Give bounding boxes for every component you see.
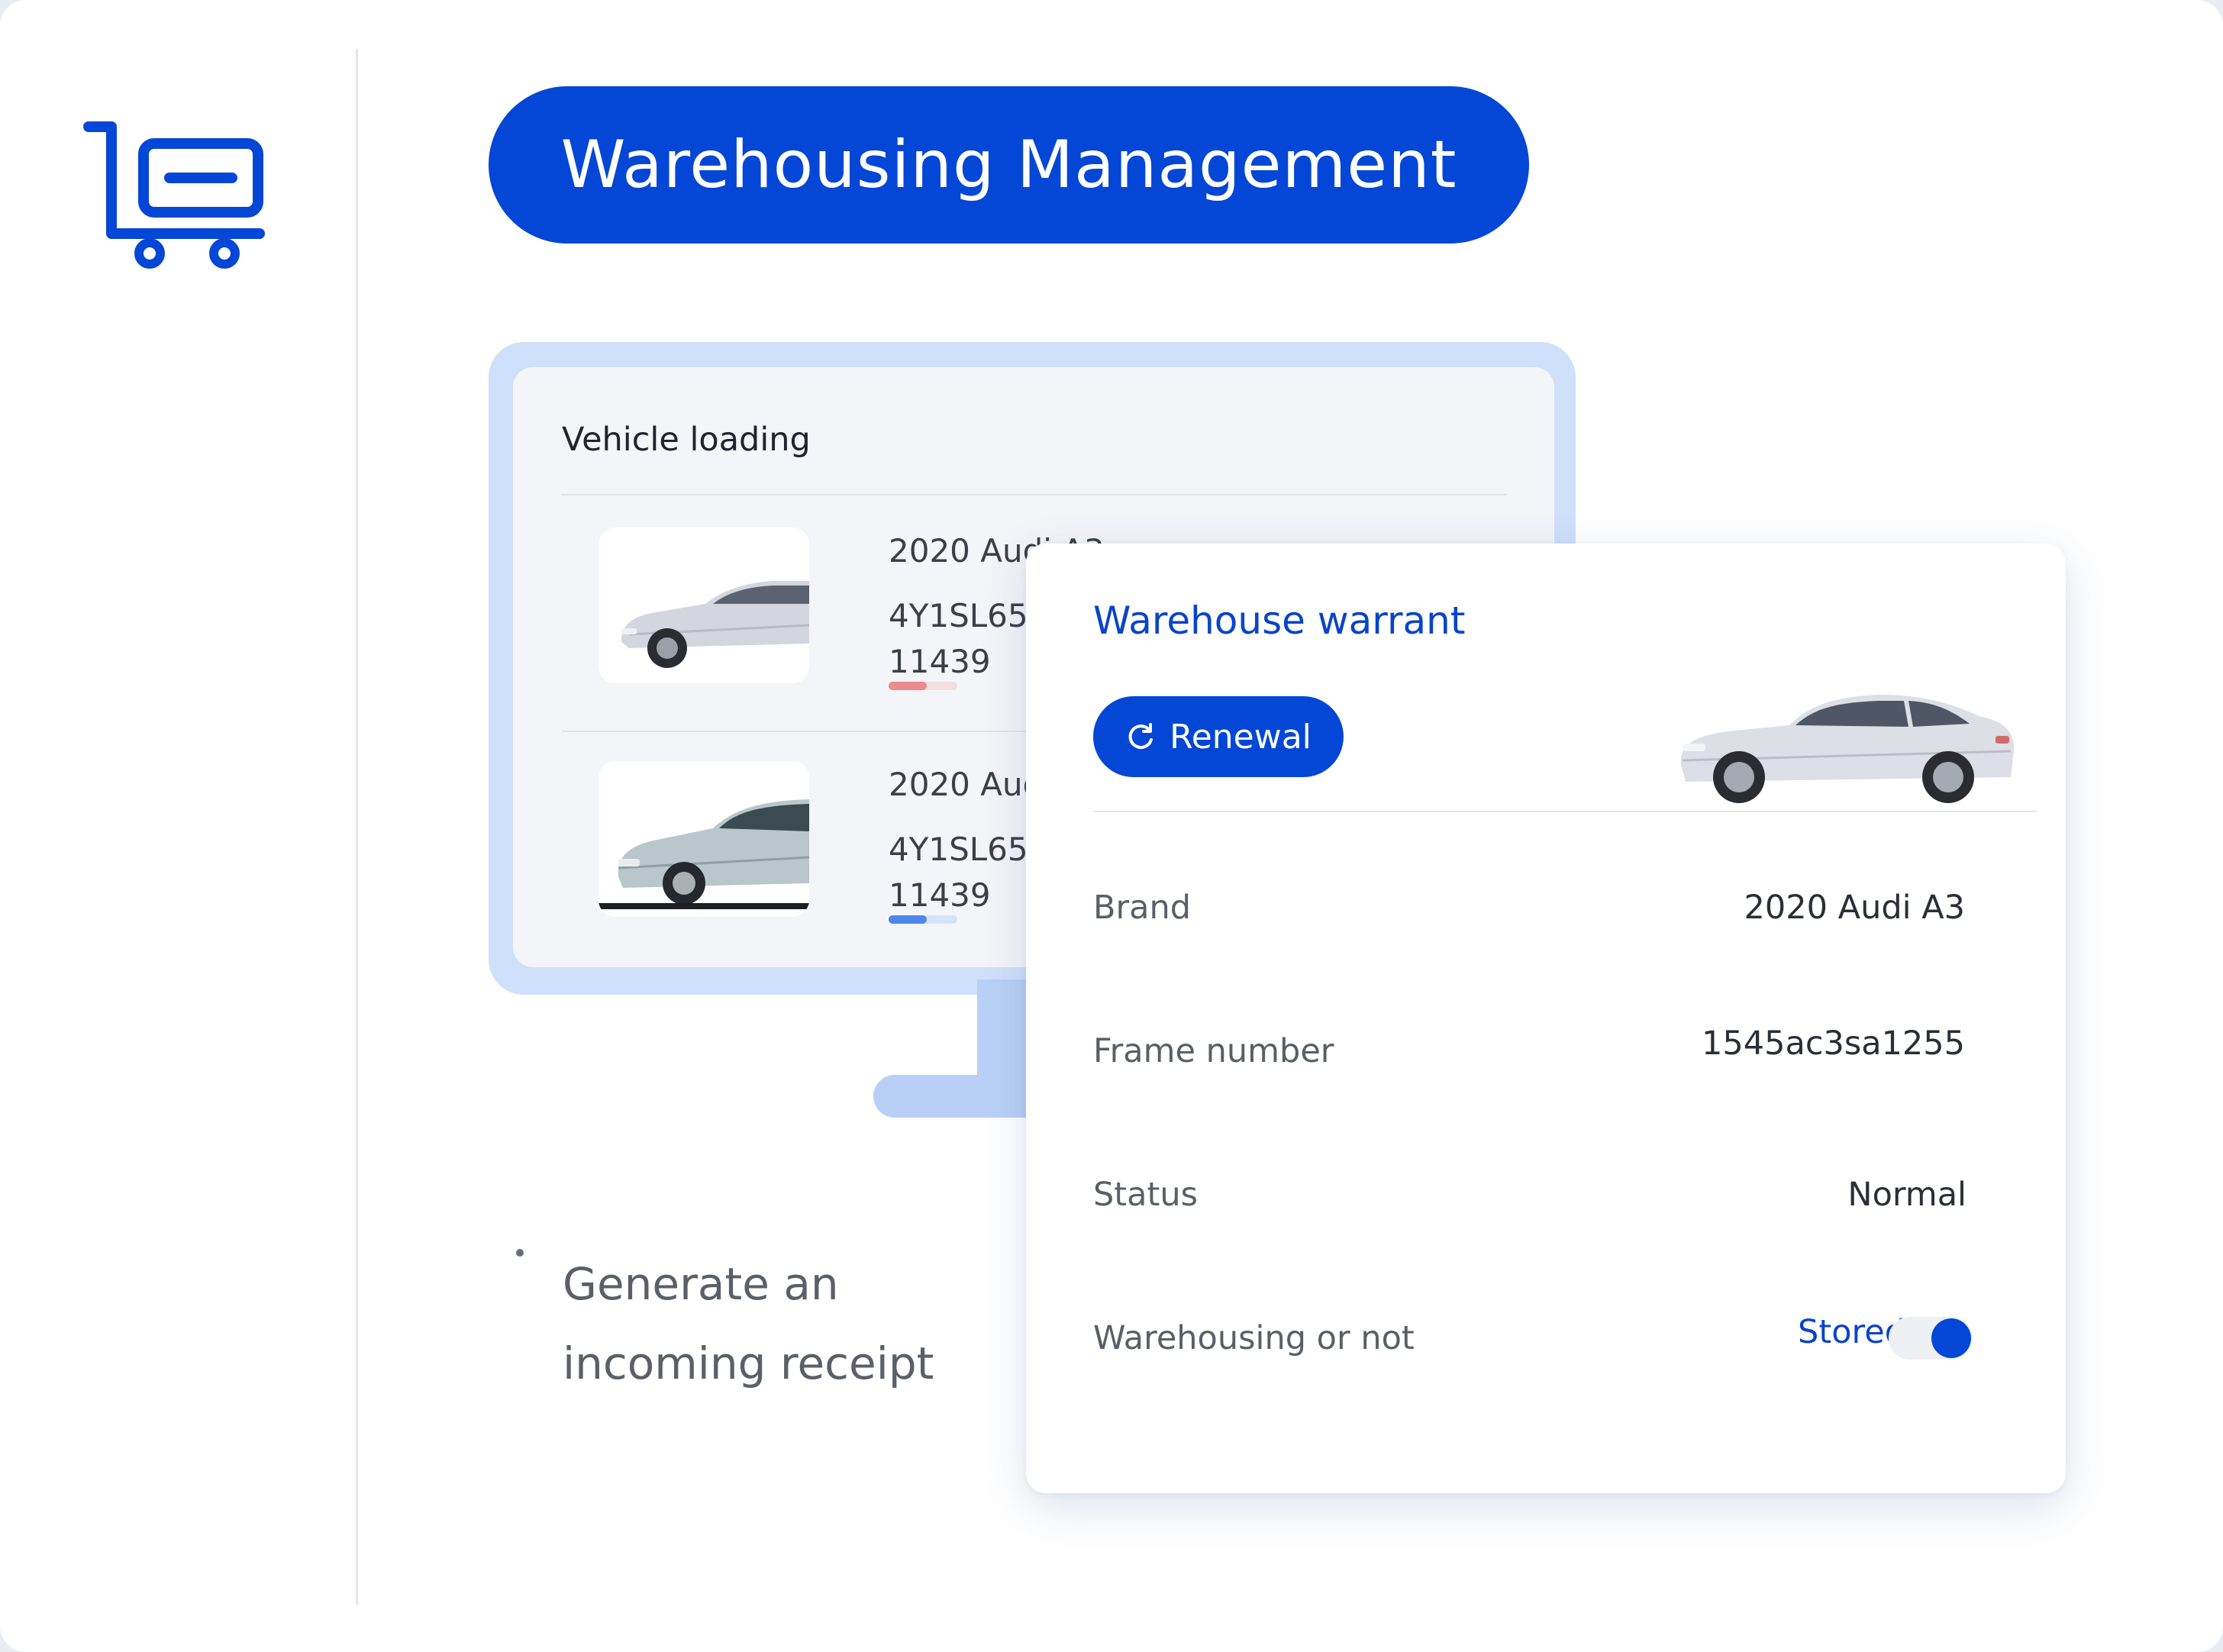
loading-progress-bar <box>889 915 957 924</box>
warehousing-label: Warehousing or not <box>1093 1319 1415 1357</box>
page-title: Warehousing Management <box>489 86 1529 244</box>
car-image <box>621 581 809 668</box>
panel-title: Vehicle loading <box>562 421 811 459</box>
divider <box>562 494 1507 495</box>
car-thumbnail <box>598 761 809 917</box>
car-image <box>598 799 809 909</box>
feature-note-line1: Generate an <box>563 1258 839 1310</box>
monitor-neck <box>977 979 1031 1079</box>
warehousing-toggle[interactable] <box>1889 1317 1973 1360</box>
status-label: Status <box>1093 1176 1199 1214</box>
car-thumbnail <box>598 528 809 683</box>
loading-progress-bar <box>889 682 957 690</box>
feature-note-line2: incoming receipt <box>563 1337 934 1389</box>
page-canvas: Warehousing Management Vehicle loading 2… <box>0 0 2223 1652</box>
warehouse-warrant-card: Warehouse warrant Renewal Brand 2020 Aud… <box>1026 544 2066 1493</box>
feature-note: Generate an incoming receipt <box>563 1244 990 1403</box>
refresh-icon <box>1128 723 1153 750</box>
progress-fill <box>889 682 927 690</box>
divider <box>1093 811 2037 812</box>
bullet-dot <box>516 1249 524 1257</box>
car-image <box>1680 695 2015 803</box>
brand-label: Brand <box>1093 889 1192 927</box>
cart-icon <box>83 121 265 269</box>
warehousing-value: Stored <box>1798 1313 1905 1351</box>
card-title: Warehouse warrant <box>1093 599 1466 643</box>
renewal-button[interactable]: Renewal <box>1093 696 1344 777</box>
renewal-button-label: Renewal <box>1170 717 1312 757</box>
progress-fill <box>889 915 927 924</box>
frame-number-value: 1545ac3sa1255 <box>1702 1024 1965 1063</box>
vertical-divider <box>356 49 358 1605</box>
status-value: Normal <box>1847 1176 1966 1214</box>
brand-value: 2020 Audi A3 <box>1744 889 1965 927</box>
frame-number-label: Frame number <box>1093 1032 1334 1070</box>
toggle-knob <box>1931 1318 1971 1358</box>
